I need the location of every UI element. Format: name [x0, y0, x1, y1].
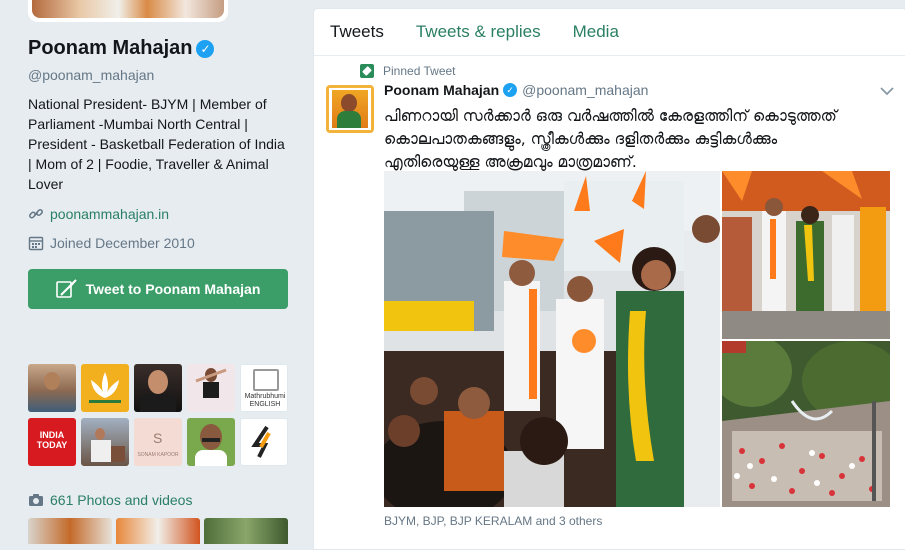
profile-website-row: poonammahajan.in [28, 206, 169, 222]
follower-tile-label: SONAM KAPOOR [137, 452, 179, 458]
follower-avatar[interactable] [134, 364, 182, 412]
follower-avatar[interactable]: Mathrubhumi ENGLISH [240, 364, 288, 412]
profile-bio: National President- BJYM | Member of Par… [28, 96, 285, 192]
follower-logo-icon [251, 425, 271, 458]
follower-avatar[interactable] [81, 364, 129, 412]
follower-avatar[interactable] [187, 418, 235, 466]
profile-sidebar: Poonam Mahajan ✓ @poonam_mahajan Nationa… [0, 0, 300, 544]
profile-timeline: Tweets Tweets & replies Media Pinned Twe… [313, 8, 905, 550]
tweet-photo-grid [384, 171, 890, 509]
tweet-author-name[interactable]: Poonam Mahajan [384, 82, 499, 98]
photos-videos-count: 661 Photos and videos [50, 492, 193, 508]
tweet-photo-march[interactable] [722, 171, 890, 339]
tweet-to-label: Tweet to Poonam Mahajan [85, 281, 261, 297]
tweet-header: Poonam Mahajan ✓ @poonam_mahajan [384, 82, 648, 98]
media-thumbnail[interactable] [28, 518, 112, 544]
follower-avatar[interactable]: INDIA TODAY [28, 418, 76, 466]
tweet-more-chevron-down-icon[interactable] [880, 83, 894, 99]
profile-handle[interactable]: @poonam_mahajan [28, 67, 154, 83]
profile-website-link[interactable]: poonammahajan.in [50, 206, 169, 222]
media-thumbnail[interactable] [116, 518, 200, 544]
tweet-text: പിണറായി സർക്കാർ ഒരു വർഷത്തിൽ കേരളത്തിന് … [384, 105, 884, 174]
follower-tile-label: INDIA TODAY [36, 430, 68, 450]
follower-avatar[interactable]: S SONAM KAPOOR [134, 418, 182, 466]
tweet-author-handle[interactable]: @poonam_mahajan [522, 82, 648, 98]
tab-media[interactable]: Media [557, 22, 635, 42]
profile-name[interactable]: Poonam Mahajan [28, 37, 192, 60]
verified-icon: ✓ [196, 39, 215, 58]
pinned-tweet-indicator: Pinned Tweet [360, 64, 456, 78]
rally-photo-image [384, 171, 720, 507]
tweet-tagged-users[interactable]: BJYM, BJP, BJP KERALAM and 3 others [384, 514, 602, 528]
tweet-text-line: പിണറായി സർക്കാർ ഒരു വർഷത്തിൽ കേരളത്തിന് … [384, 107, 837, 125]
follower-tile-label: Mathrubhumi ENGLISH [244, 393, 286, 408]
verified-icon: ✓ [503, 83, 518, 97]
profile-joined-date: Joined December 2010 [50, 235, 195, 251]
photos-videos-link[interactable]: 661 Photos and videos [28, 492, 192, 508]
follower-avatar[interactable] [187, 364, 235, 412]
follower-avatar[interactable] [240, 418, 288, 466]
profile-name-row: Poonam Mahajan ✓ [28, 37, 215, 60]
calendar-icon [28, 236, 44, 251]
camera-icon [29, 494, 43, 506]
pin-icon [360, 64, 374, 78]
tab-tweets-and-replies[interactable]: Tweets & replies [400, 22, 557, 42]
profile-avatar[interactable] [28, 0, 228, 22]
tweet-to-button[interactable]: Tweet to Poonam Mahajan [28, 269, 288, 309]
tab-tweets[interactable]: Tweets [314, 22, 400, 42]
tweet-photo-main[interactable] [384, 171, 720, 507]
crowd-photo-image [722, 341, 890, 507]
profile-joined-row: Joined December 2010 [28, 235, 195, 251]
follower-avatar[interactable] [81, 418, 129, 466]
media-thumbnail[interactable] [204, 518, 288, 544]
link-icon [29, 209, 43, 219]
tweet-author-avatar[interactable] [326, 85, 374, 133]
timeline-tabs: Tweets Tweets & replies Media [314, 9, 905, 56]
follower-avatar[interactable] [28, 364, 76, 412]
pinned-tweet-label: Pinned Tweet [383, 64, 456, 78]
compose-feather-icon [55, 279, 77, 298]
media-thumbnails [28, 518, 288, 544]
lotus-icon [89, 372, 121, 403]
march-photo-image [722, 171, 890, 339]
tweet-text-line: കൊലപാതകങ്ങളും, സ്ത്രീകൾക്കും ദളിതർക്കും … [384, 130, 778, 148]
followers-you-know-grid: Mathrubhumi ENGLISH INDIA TODAY S SONAM … [28, 364, 292, 472]
tweet-photo-crowd[interactable] [722, 341, 890, 507]
